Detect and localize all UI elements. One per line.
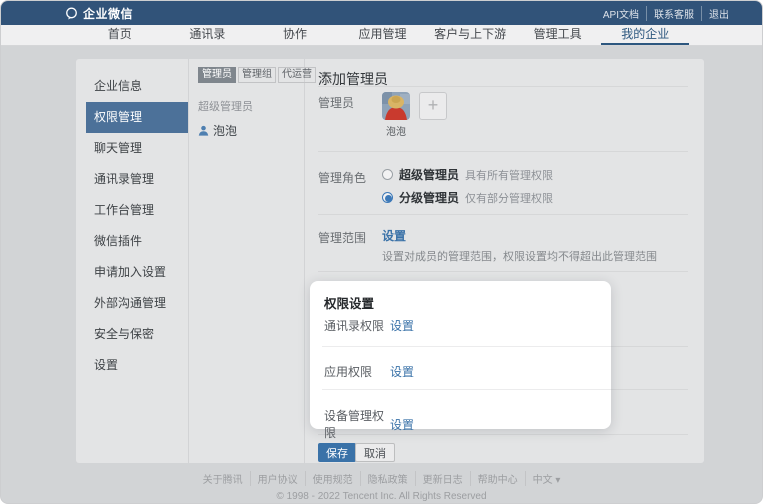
nav-tab-admin-tools[interactable]: 管理工具 xyxy=(514,25,602,45)
scope-settings-link[interactable]: 设置 xyxy=(382,227,406,244)
admin-list-tabs: 管理员 管理组 代运营 + xyxy=(198,67,298,83)
sidebar-item-external-communication[interactable]: 外部沟通管理 xyxy=(86,288,188,319)
help-center-link[interactable]: 帮助中心 xyxy=(471,471,526,486)
sidebar-item-permission-management[interactable]: 权限管理 xyxy=(86,102,188,133)
nav-tab-app-management[interactable]: 应用管理 xyxy=(339,25,427,45)
admin-member-item[interactable]: 泡泡 xyxy=(198,122,298,139)
divider xyxy=(322,346,611,347)
permission-panel-title: 权限设置 xyxy=(324,293,374,312)
permission-row-apps: 应用权限 设置 xyxy=(324,363,414,380)
add-admin-form: 添加管理员 管理员 泡泡 + xyxy=(305,59,704,463)
nav-tabs: 首页 通讯录 协作 应用管理 客户与上下游 管理工具 我的企业 xyxy=(76,25,689,45)
sidebar-item-chat-management[interactable]: 聊天管理 xyxy=(86,133,188,164)
scope-field-label: 管理范围 xyxy=(318,229,366,246)
nav-tab-my-company[interactable]: 我的企业 xyxy=(601,25,689,45)
person-icon xyxy=(198,125,209,136)
permission-row-devices: 设备管理权限 设置 xyxy=(324,407,414,441)
copyright-text: © 1998 - 2022 Tencent Inc. All Rights Re… xyxy=(1,491,762,502)
top-header-bar: 企业微信 API文档 联系客服 退出 xyxy=(1,1,762,25)
contact-support-link[interactable]: 联系客服 xyxy=(647,6,702,21)
divider xyxy=(318,151,688,152)
selected-member-avatar[interactable] xyxy=(382,92,410,120)
nav-tab-contacts[interactable]: 通讯录 xyxy=(164,25,252,45)
role-option-name: 分级管理员 xyxy=(399,189,459,206)
settings-sidebar: 企业信息 权限管理 聊天管理 通讯录管理 工作台管理 微信插件 申请加入设置 外… xyxy=(76,59,189,463)
admin-list-panel: 管理员 管理组 代运营 + 超级管理员 泡泡 xyxy=(190,59,305,463)
save-button[interactable]: 保存 xyxy=(318,443,356,462)
about-tencent-link[interactable]: 关于腾讯 xyxy=(196,471,251,486)
super-admin-group-title: 超级管理员 xyxy=(198,98,298,114)
role-option-desc: 具有所有管理权限 xyxy=(465,167,553,183)
user-agreement-link[interactable]: 用户协议 xyxy=(251,471,306,486)
selected-member-name: 泡泡 xyxy=(382,123,410,138)
device-permission-settings-link[interactable]: 设置 xyxy=(390,416,414,433)
permission-row-label: 通讯录权限 xyxy=(324,317,390,334)
permission-row-contacts: 通讯录权限 设置 xyxy=(324,317,414,334)
footer-links: 关于腾讯 用户协议 使用规范 隐私政策 更新日志 帮助中心 中文 ▾ xyxy=(1,471,762,486)
divider xyxy=(322,389,611,390)
permission-settings-panel: 权限设置 通讯录权限 设置 应用权限 设置 设备管理权限 设置 xyxy=(310,281,611,429)
logout-link[interactable]: 退出 xyxy=(702,6,736,21)
tab-administrators[interactable]: 管理员 xyxy=(198,67,236,83)
app-window: 企业微信 API文档 联系客服 退出 首页 通讯录 协作 应用管理 客户与上下游… xyxy=(0,0,763,504)
changelog-link[interactable]: 更新日志 xyxy=(416,471,471,486)
app-logo-text: 企业微信 xyxy=(83,5,133,22)
sidebar-item-join-settings[interactable]: 申请加入设置 xyxy=(86,257,188,288)
sidebar-item-security[interactable]: 安全与保密 xyxy=(86,319,188,350)
sidebar-item-company-info[interactable]: 企业信息 xyxy=(86,71,188,102)
permission-row-label: 设备管理权限 xyxy=(324,407,390,441)
role-option-desc: 仅有部分管理权限 xyxy=(465,190,553,206)
add-member-button[interactable]: + xyxy=(419,92,447,120)
usage-rules-link[interactable]: 使用规范 xyxy=(306,471,361,486)
page-footer: 关于腾讯 用户协议 使用规范 隐私政策 更新日志 帮助中心 中文 ▾ © 199… xyxy=(1,471,762,502)
nav-tab-home[interactable]: 首页 xyxy=(76,25,164,45)
content-card: 企业信息 权限管理 聊天管理 通讯录管理 工作台管理 微信插件 申请加入设置 外… xyxy=(76,59,704,463)
cancel-button[interactable]: 取消 xyxy=(355,443,395,462)
sidebar-item-workbench-management[interactable]: 工作台管理 xyxy=(86,195,188,226)
permission-row-label: 应用权限 xyxy=(324,363,390,380)
app-permission-settings-link[interactable]: 设置 xyxy=(390,363,414,380)
nav-tab-collaboration[interactable]: 协作 xyxy=(251,25,339,45)
contacts-permission-settings-link[interactable]: 设置 xyxy=(390,317,414,334)
role-field-label: 管理角色 xyxy=(318,169,366,186)
nav-tab-customers[interactable]: 客户与上下游 xyxy=(426,25,514,45)
language-selector[interactable]: 中文 ▾ xyxy=(526,471,568,486)
header-links: API文档 联系客服 退出 xyxy=(596,6,736,21)
admin-field-label: 管理员 xyxy=(318,94,354,111)
app-logo: 企业微信 xyxy=(65,5,133,22)
role-option-sub-admin[interactable]: 分级管理员 仅有部分管理权限 xyxy=(382,189,553,206)
api-docs-link[interactable]: API文档 xyxy=(596,6,647,21)
radio-unchecked-icon xyxy=(382,169,393,180)
wecom-logo-icon xyxy=(65,7,78,20)
main-nav-bar: 首页 通讯录 协作 应用管理 客户与上下游 管理工具 我的企业 xyxy=(1,25,762,46)
role-option-name: 超级管理员 xyxy=(399,166,459,183)
privacy-policy-link[interactable]: 隐私政策 xyxy=(361,471,416,486)
scope-description: 设置对成员的管理范围，权限设置均不得超出此管理范围 xyxy=(382,248,657,264)
sidebar-item-settings[interactable]: 设置 xyxy=(86,350,188,381)
sidebar-item-contacts-management[interactable]: 通讯录管理 xyxy=(86,164,188,195)
admin-member-name: 泡泡 xyxy=(213,122,237,139)
divider xyxy=(318,214,688,215)
sidebar-item-wechat-plugin[interactable]: 微信插件 xyxy=(86,226,188,257)
role-option-super-admin[interactable]: 超级管理员 具有所有管理权限 xyxy=(382,166,553,183)
divider xyxy=(318,271,688,272)
divider xyxy=(318,86,688,87)
radio-checked-icon xyxy=(382,192,393,203)
tab-admin-groups[interactable]: 管理组 xyxy=(238,67,276,83)
